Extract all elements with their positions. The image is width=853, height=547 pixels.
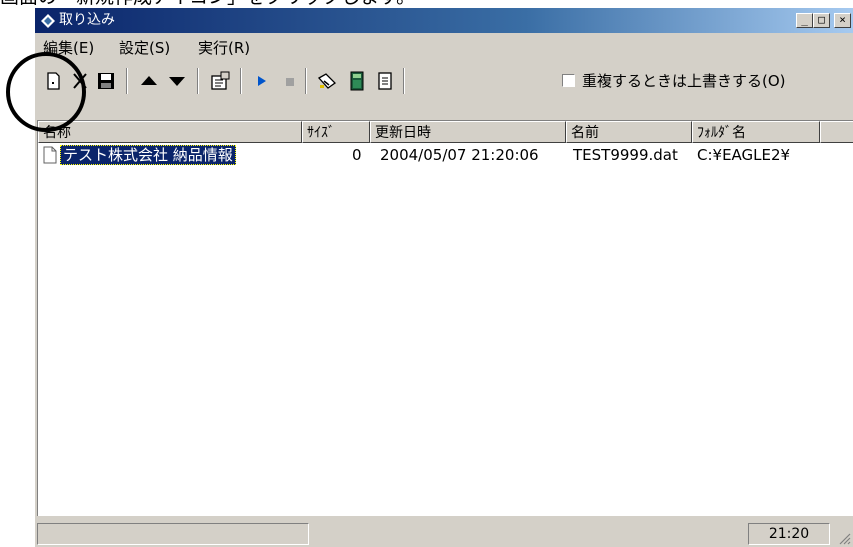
run-icon[interactable] <box>251 71 273 91</box>
toolbar: 重複するときは上書きする(O) <box>35 62 853 98</box>
toolbar-separator <box>197 68 199 94</box>
toolbar-separator <box>240 68 242 94</box>
status-clock: 21:20 <box>748 523 830 545</box>
row-modified: 2004/05/07 21:20:06 <box>380 146 539 164</box>
status-bar: 21:20 <box>35 520 853 547</box>
overwrite-checkbox[interactable] <box>562 74 575 87</box>
row-size: 0 <box>352 146 362 164</box>
menu-run[interactable]: 実行(R) <box>198 37 250 59</box>
column-header-size[interactable]: ｻｲｽﾞ <box>302 121 370 143</box>
table-row[interactable]: テスト株式会社 納品情報 0 2004/05/07 21:20:06 TEST9… <box>38 145 853 165</box>
row-name[interactable]: テスト株式会社 納品情報 <box>60 145 236 165</box>
status-pane <box>37 523 309 545</box>
calculator-icon[interactable] <box>346 71 368 91</box>
resize-grip-icon[interactable] <box>837 531 851 545</box>
list-header: 名称 ｻｲｽﾞ 更新日時 名前 ﾌｫﾙﾀﾞ名 <box>38 121 853 143</box>
move-up-icon[interactable] <box>138 71 160 91</box>
column-header-modified[interactable]: 更新日時 <box>370 121 566 143</box>
import-icon[interactable] <box>316 71 338 91</box>
minimize-button[interactable]: _ <box>796 13 813 28</box>
toolbar-separator <box>126 68 128 94</box>
toolbar-separator <box>305 68 307 94</box>
close-button[interactable]: × <box>834 13 851 28</box>
import-window: 取り込み _ □ × 編集(E) 設定(S) 実行(R) 重複するときは上書きす… <box>35 8 853 547</box>
row-filename: TEST9999.dat <box>573 146 678 164</box>
column-header-name[interactable]: 名称 <box>38 121 302 143</box>
file-list[interactable]: 名称 ｻｲｽﾞ 更新日時 名前 ﾌｫﾙﾀﾞ名 テスト株式会社 納品情報 0 20… <box>37 120 853 516</box>
column-header-folder[interactable]: ﾌｫﾙﾀﾞ名 <box>692 121 820 143</box>
highlight-circle <box>6 52 86 132</box>
status-pane-empty <box>311 523 731 545</box>
overwrite-checkbox-label: 重複するときは上書きする(O) <box>582 72 786 90</box>
document-icon <box>43 146 57 164</box>
menu-settings[interactable]: 設定(S) <box>119 37 170 59</box>
maximize-button[interactable]: □ <box>813 13 830 28</box>
row-folder: C:¥EAGLE2¥ <box>697 146 791 164</box>
instruction-text: 画面の「新規作成アイコン」をクリックします。 <box>0 0 853 8</box>
move-down-icon[interactable] <box>166 71 188 91</box>
column-header-filename[interactable]: 名前 <box>566 121 692 143</box>
toolbar-separator <box>403 68 405 94</box>
title-bar: 取り込み _ □ × <box>35 8 853 33</box>
app-icon <box>41 14 55 28</box>
stop-icon[interactable] <box>279 71 301 91</box>
notepad-icon[interactable] <box>374 71 396 91</box>
save-icon[interactable] <box>95 71 117 91</box>
properties-icon[interactable] <box>209 71 231 91</box>
column-header-filler <box>820 121 853 143</box>
window-title: 取り込み <box>59 12 115 28</box>
